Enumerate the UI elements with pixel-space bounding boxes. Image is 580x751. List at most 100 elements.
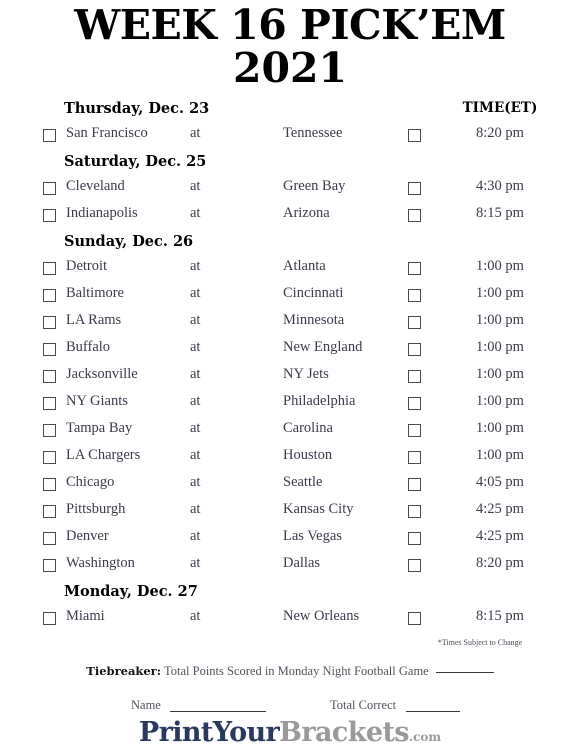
title-line-1: WEEK 16 PICK’EM <box>74 1 506 49</box>
total-correct-input-line[interactable] <box>406 711 460 712</box>
tiebreaker-input-line[interactable] <box>435 672 494 673</box>
home-team-checkbox[interactable] <box>408 262 421 275</box>
logo-part-dot-com: .com <box>408 730 442 744</box>
game-time: 4:05 pm <box>476 474 524 490</box>
game-time: 1:00 pm <box>476 258 524 274</box>
away-team-checkbox[interactable] <box>43 505 56 518</box>
home-team-name: Carolina <box>283 420 333 436</box>
home-team-checkbox[interactable] <box>408 343 421 356</box>
home-team-checkbox[interactable] <box>408 289 421 302</box>
home-team-checkbox[interactable] <box>408 612 421 625</box>
away-team-checkbox[interactable] <box>43 262 56 275</box>
away-team-checkbox[interactable] <box>43 316 56 329</box>
home-team-name: Green Bay <box>283 178 346 194</box>
home-team-checkbox[interactable] <box>408 129 421 142</box>
day-label: Saturday, Dec. 25 <box>64 153 207 170</box>
at-separator: at <box>190 205 201 221</box>
game-time: 8:20 pm <box>476 125 524 141</box>
home-team-checkbox[interactable] <box>408 397 421 410</box>
game-row: Indianapolis at Arizona 8:15 pm <box>0 204 580 231</box>
logo-part-print-your: PrintYour <box>138 717 280 748</box>
game-row: San Francisco at Tennessee 8:20 pm <box>0 124 580 151</box>
at-separator: at <box>190 366 201 382</box>
day-label: Sunday, Dec. 26 <box>64 233 194 250</box>
away-team-name: Cleveland <box>66 178 125 194</box>
away-team-checkbox[interactable] <box>43 289 56 302</box>
name-input-line[interactable] <box>170 711 266 712</box>
away-team-name: Indianapolis <box>66 205 138 221</box>
at-separator: at <box>190 447 201 463</box>
home-team-checkbox[interactable] <box>408 478 421 491</box>
away-team-checkbox[interactable] <box>43 397 56 410</box>
at-separator: at <box>190 528 201 544</box>
day-label: Monday, Dec. 27 <box>64 583 198 600</box>
home-team-checkbox[interactable] <box>408 424 421 437</box>
game-row: Tampa Bay at Carolina 1:00 pm <box>0 419 580 446</box>
at-separator: at <box>190 420 201 436</box>
at-separator: at <box>190 285 201 301</box>
game-time: 1:00 pm <box>476 285 524 301</box>
home-team-checkbox[interactable] <box>408 316 421 329</box>
game-row: LA Rams at Minnesota 1:00 pm <box>0 311 580 338</box>
away-team-name: Washington <box>66 555 135 571</box>
at-separator: at <box>190 178 201 194</box>
away-team-checkbox[interactable] <box>43 559 56 572</box>
home-team-checkbox[interactable] <box>408 559 421 572</box>
game-time: 8:20 pm <box>476 555 524 571</box>
away-team-name: Denver <box>66 528 109 544</box>
away-team-name: Jacksonville <box>66 366 138 382</box>
game-time: 4:30 pm <box>476 178 524 194</box>
home-team-checkbox[interactable] <box>408 182 421 195</box>
home-team-name: Minnesota <box>283 312 345 328</box>
away-team-checkbox[interactable] <box>43 612 56 625</box>
home-team-checkbox[interactable] <box>408 532 421 545</box>
home-team-name: NY Jets <box>283 366 329 382</box>
away-team-checkbox[interactable] <box>43 370 56 383</box>
day-label: Thursday, Dec. 23 <box>64 100 210 117</box>
home-team-checkbox[interactable] <box>408 370 421 383</box>
away-team-name: LA Rams <box>66 312 122 328</box>
away-team-checkbox[interactable] <box>43 182 56 195</box>
title-line-2: 2021 <box>232 44 348 92</box>
game-row: Miami at New Orleans 8:15 pm <box>0 607 580 634</box>
away-team-checkbox[interactable] <box>43 129 56 142</box>
site-logo: PrintYourBrackets.com <box>0 717 580 748</box>
game-row: Chicago at Seattle 4:05 pm <box>0 473 580 500</box>
at-separator: at <box>190 393 201 409</box>
game-time: 1:00 pm <box>476 339 524 355</box>
home-team-name: Kansas City <box>283 501 354 517</box>
game-row: NY Giants at Philadelphia 1:00 pm <box>0 392 580 419</box>
home-team-name: New Orleans <box>283 608 360 624</box>
away-team-checkbox[interactable] <box>43 451 56 464</box>
away-team-checkbox[interactable] <box>43 343 56 356</box>
home-team-checkbox[interactable] <box>408 209 421 222</box>
tiebreaker-label: Tiebreaker: <box>86 664 161 678</box>
home-team-checkbox[interactable] <box>408 505 421 518</box>
logo-part-brackets: Brackets <box>279 717 409 748</box>
at-separator: at <box>190 474 201 490</box>
away-team-checkbox[interactable] <box>43 532 56 545</box>
game-row: Baltimore at Cincinnati 1:00 pm <box>0 284 580 311</box>
game-time: 8:15 pm <box>476 608 524 624</box>
total-correct-label: Total Correct <box>330 698 397 712</box>
away-team-name: Miami <box>66 608 105 624</box>
name-label: Name <box>131 698 161 712</box>
home-team-name: Atlanta <box>283 258 326 274</box>
away-team-name: Baltimore <box>66 285 124 301</box>
page-title: WEEK 16 PICK’EM 2021 <box>0 0 580 90</box>
away-team-checkbox[interactable] <box>43 209 56 222</box>
home-team-name: Tennessee <box>283 125 343 141</box>
game-row: Denver at Las Vegas 4:25 pm <box>0 527 580 554</box>
home-team-name: Dallas <box>283 555 321 571</box>
away-team-checkbox[interactable] <box>43 424 56 437</box>
away-team-name: Chicago <box>66 474 115 490</box>
home-team-name: Arizona <box>283 205 330 221</box>
game-time: 4:25 pm <box>476 501 524 517</box>
time-column-header: TIME(ET) <box>462 100 538 116</box>
day-header: Thursday, Dec. 23 TIME(ET) <box>0 98 580 124</box>
home-team-checkbox[interactable] <box>408 451 421 464</box>
away-team-checkbox[interactable] <box>43 478 56 491</box>
home-team-name: Philadelphia <box>283 393 356 409</box>
at-separator: at <box>190 501 201 517</box>
away-team-name: Detroit <box>66 258 108 274</box>
